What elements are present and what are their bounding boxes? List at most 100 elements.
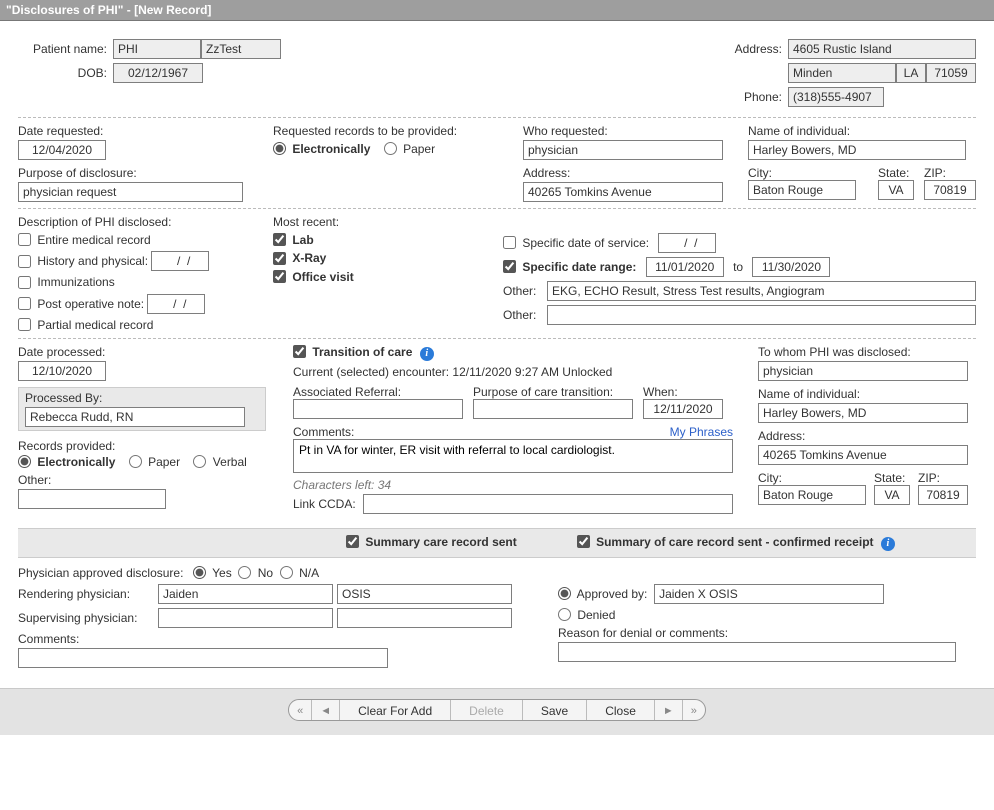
purpose-disclosure-field[interactable] (18, 182, 243, 202)
date-requested-label: Date requested: (18, 124, 273, 138)
cb-summary-sent[interactable]: Summary care record sent (346, 535, 517, 551)
req-state-field[interactable] (878, 180, 914, 200)
cb-specific-date[interactable]: Specific date of service: (503, 236, 649, 250)
who-requested-field[interactable] (523, 140, 723, 160)
req-zip-field[interactable] (924, 180, 976, 200)
date-requested-field[interactable] (18, 140, 106, 160)
clear-for-add-button[interactable]: Clear For Add (340, 700, 451, 721)
range-from-field[interactable] (646, 257, 724, 277)
encounter-value: 12/11/2020 9:27 AM Unlocked (452, 365, 612, 379)
name-individual-field[interactable] (748, 140, 966, 160)
radio-rp-electronic[interactable]: Electronically (18, 455, 115, 469)
cb-specific-range[interactable]: Specific date range: (503, 260, 636, 274)
assoc-ref-field[interactable] (293, 399, 463, 419)
info-icon[interactable]: i (881, 537, 895, 551)
approval-comments-field[interactable] (18, 648, 388, 668)
radio-electronic[interactable]: Electronically (273, 142, 370, 156)
radio-rp-verbal[interactable]: Verbal (193, 455, 246, 469)
reason-field[interactable] (558, 642, 956, 662)
phone-label: Phone: (728, 90, 788, 104)
cb-transition[interactable]: Transition of care (293, 345, 412, 359)
radio-denied[interactable]: Denied (558, 608, 615, 622)
rp-other-field[interactable] (18, 489, 166, 509)
comments-field[interactable] (293, 439, 733, 473)
patient-street-field[interactable] (788, 39, 976, 59)
rendering-label: Rendering physician: (18, 587, 158, 601)
other1-field[interactable] (547, 281, 976, 301)
disc-state-field[interactable] (874, 485, 910, 505)
range-to-field[interactable] (752, 257, 830, 277)
postop-date-field[interactable] (147, 294, 205, 314)
cb-history[interactable]: History and physical: (18, 254, 148, 268)
next-record-button[interactable]: ► (655, 700, 683, 721)
disc-address-label: Address: (758, 429, 976, 443)
save-button[interactable]: Save (523, 700, 587, 721)
cb-postop[interactable]: Post operative note: (18, 297, 144, 311)
my-phrases-link[interactable]: My Phrases (670, 425, 733, 439)
processed-by-field[interactable] (25, 407, 245, 427)
cb-lab[interactable]: Lab (273, 233, 314, 247)
req-city-field[interactable] (748, 180, 856, 200)
prev-record-button[interactable]: ◄ (312, 700, 340, 721)
dob-field[interactable] (113, 63, 203, 83)
disc-name-field[interactable] (758, 403, 968, 423)
cb-summary-confirmed[interactable]: Summary of care record sent - confirmed … (577, 535, 895, 551)
approval-comments-label: Comments: (18, 632, 558, 646)
description-heading: Description of PHI disclosed: (18, 215, 273, 229)
cb-xray[interactable]: X-Ray (273, 251, 326, 265)
phys-approved-label: Physician approved disclosure: (18, 566, 193, 580)
other2-field[interactable] (547, 305, 976, 325)
cb-partial[interactable]: Partial medical record (18, 318, 153, 332)
radio-approved-na[interactable]: N/A (280, 566, 319, 580)
last-record-button[interactable]: » (683, 700, 705, 721)
requested-records-label: Requested records to be provided: (273, 124, 523, 138)
range-to-label: to (733, 260, 743, 274)
patient-first-field[interactable] (113, 39, 201, 59)
specific-date-field[interactable] (658, 233, 716, 253)
cb-entire[interactable]: Entire medical record (18, 233, 151, 247)
radio-approved-no[interactable]: No (238, 566, 273, 580)
req-address-field[interactable] (523, 182, 723, 202)
when-field[interactable] (643, 399, 723, 419)
radio-rp-paper[interactable]: Paper (129, 455, 180, 469)
supervising-last-field[interactable] (337, 608, 512, 628)
patient-city-field[interactable] (788, 63, 896, 83)
info-icon[interactable]: i (420, 347, 434, 361)
date-processed-field[interactable] (18, 361, 106, 381)
link-ccda-field[interactable] (363, 494, 733, 514)
cb-immunizations[interactable]: Immunizations (18, 275, 115, 289)
rendering-first-field[interactable] (158, 584, 333, 604)
name-individual-label: Name of individual: (748, 124, 976, 138)
radio-approved-by[interactable]: Approved by: (558, 587, 647, 601)
disc-zip-field[interactable] (918, 485, 968, 505)
history-date-field[interactable] (151, 251, 209, 271)
most-recent-label: Most recent: (273, 215, 503, 229)
radio-paper[interactable]: Paper (384, 142, 435, 156)
dob-label: DOB: (18, 66, 113, 80)
footer-toolbar: « ◄ Clear For Add Delete Save Close ► » (0, 688, 994, 735)
req-address-label: Address: (523, 166, 748, 180)
date-processed-label: Date processed: (18, 345, 293, 359)
rendering-last-field[interactable] (337, 584, 512, 604)
patient-zip-field[interactable] (926, 63, 976, 83)
first-record-button[interactable]: « (289, 700, 312, 721)
supervising-first-field[interactable] (158, 608, 333, 628)
care-purpose-label: Purpose of care transition: (473, 385, 633, 399)
comments-label: Comments: (293, 425, 354, 439)
care-purpose-field[interactable] (473, 399, 633, 419)
patient-phone-field[interactable] (788, 87, 884, 107)
who-requested-label: Who requested: (523, 124, 748, 138)
delete-button[interactable]: Delete (451, 700, 523, 721)
disclosed-to-field[interactable] (758, 361, 968, 381)
req-state-label: State: (878, 166, 914, 180)
cb-office-visit[interactable]: Office visit (273, 270, 354, 284)
address-label: Address: (728, 42, 788, 56)
req-zip-label: ZIP: (924, 166, 976, 180)
close-button[interactable]: Close (587, 700, 655, 721)
approved-by-field[interactable] (654, 584, 884, 604)
disc-address-field[interactable] (758, 445, 968, 465)
radio-approved-yes[interactable]: Yes (193, 566, 232, 580)
patient-last-field[interactable] (201, 39, 281, 59)
patient-state-field[interactable] (896, 63, 926, 83)
disc-city-field[interactable] (758, 485, 866, 505)
